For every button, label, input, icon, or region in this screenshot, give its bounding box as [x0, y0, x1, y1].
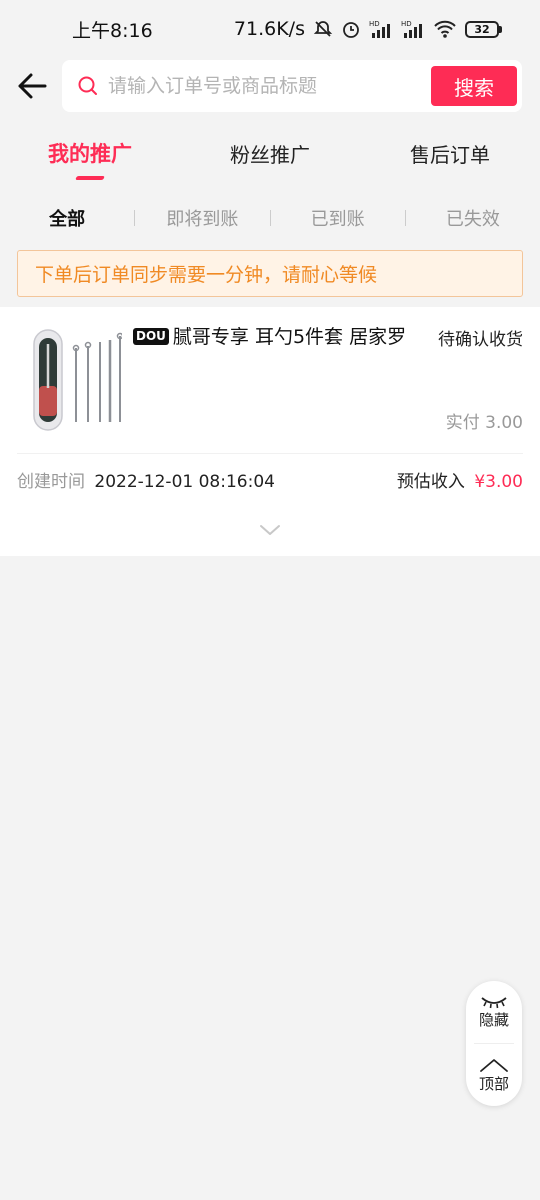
tab-after-sales[interactable]: 售后订单	[360, 139, 540, 168]
expand-button[interactable]	[17, 504, 523, 556]
product-title-text: 腻哥专享 耳勺5件套 居家罗	[172, 326, 407, 348]
network-speed: 71.6K/s	[233, 18, 305, 40]
estimated-income-value: ¥3.00	[474, 471, 523, 492]
tab-fan-promotion[interactable]: 粉丝推广	[180, 139, 360, 168]
sync-notice: 下单后订单同步需要一分钟，请耐心等候	[17, 250, 523, 297]
order-info: DOU 腻哥专享 耳勺5件套 居家罗 待确认收货 实付 3.00	[127, 325, 523, 443]
hide-label: 隐藏	[478, 1010, 509, 1029]
battery-icon: 32	[465, 20, 502, 38]
subtab-pending[interactable]: 即将到账	[135, 205, 269, 231]
subtab-received[interactable]: 已到账	[271, 205, 405, 231]
battery-level: 32	[474, 22, 490, 36]
created-time-value: 2022-12-01 08:16:04	[94, 471, 275, 492]
tab-label: 售后订单	[410, 142, 490, 167]
status-bar: 上午8:16 71.6K/s HD HD 32	[0, 0, 540, 58]
tab-label: 我的推广	[48, 142, 132, 166]
search-button[interactable]: 搜索	[431, 66, 517, 106]
tab-my-promotion[interactable]: 我的推广	[0, 138, 180, 180]
tab-label: 粉丝推广	[230, 142, 310, 167]
order-card[interactable]: DOU 腻哥专享 耳勺5件套 居家罗 待确认收货 实付 3.00 创建时间 202…	[0, 307, 540, 556]
chevron-down-icon	[260, 525, 280, 535]
paid-amount: 实付 3.00	[445, 413, 523, 433]
search-box: 搜索	[62, 60, 522, 112]
status-icons: 71.6K/s HD HD 32	[234, 18, 502, 40]
mute-bell-icon	[313, 21, 333, 37]
signal-hd-icon: HD	[369, 20, 390, 38]
main-tabs: 我的推广 粉丝推广 售后订单	[0, 114, 540, 192]
product-title[interactable]: DOU 腻哥专享 耳勺5件套 居家罗	[133, 325, 413, 350]
search-row: 搜索	[0, 58, 540, 114]
subtab-invalid[interactable]: 已失效	[406, 205, 540, 231]
search-input[interactable]	[108, 75, 431, 97]
chevron-up-icon	[480, 1058, 508, 1072]
arrow-left-icon	[18, 73, 47, 99]
alarm-icon	[343, 22, 359, 38]
svg-text:HD: HD	[369, 20, 380, 28]
top-label: 顶部	[478, 1074, 509, 1093]
back-button[interactable]	[12, 66, 52, 106]
signal-hd-icon-2: HD	[401, 20, 422, 38]
created-time-label: 创建时间	[17, 471, 85, 492]
active-tab-indicator	[75, 176, 105, 180]
svg-text:HD: HD	[401, 20, 412, 28]
status-time: 上午8:16	[72, 19, 153, 42]
closed-eye-icon	[481, 996, 507, 1008]
product-image[interactable]	[17, 325, 127, 435]
estimated-income-label: 预估收入	[396, 471, 465, 492]
subtab-all[interactable]: 全部	[0, 205, 134, 231]
order-status: 待确认收货	[438, 330, 523, 350]
order-meta: 创建时间 2022-12-01 08:16:04 预估收入 ¥3.00	[17, 454, 523, 504]
ear-pick-set-image	[33, 329, 122, 431]
dou-badge: DOU	[133, 328, 169, 345]
hide-button[interactable]: 隐藏	[466, 981, 522, 1043]
sub-tabs: 全部 即将到账 已到账 已失效	[0, 192, 540, 244]
back-to-top-button[interactable]: 顶部	[466, 1044, 522, 1106]
wifi-icon	[434, 20, 456, 38]
search-icon	[78, 76, 97, 95]
floating-panel: 隐藏 顶部	[466, 981, 522, 1106]
